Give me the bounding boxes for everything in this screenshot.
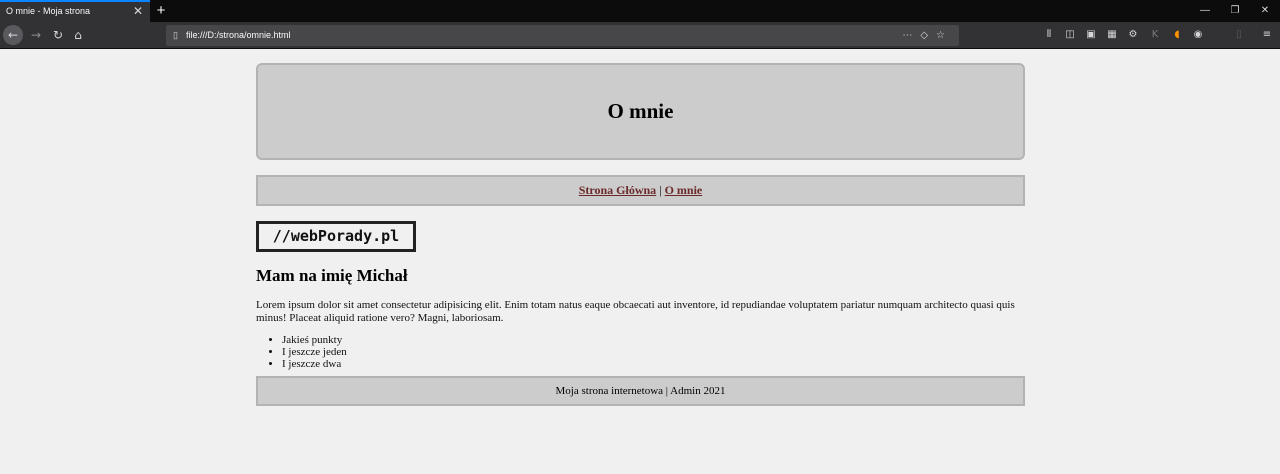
pocket-icon[interactable]: ◇ [920,30,936,41]
navigation-toolbar: ← → ↻ ⌂ ▯ file:///D:/strona/omnie.html ⋯… [0,22,1280,49]
page-icon: ▯ [173,30,178,40]
tab-bar: O mnie - Moja strona ✕ + — ❐ ✕ [0,0,1280,22]
extensions-grid-icon[interactable]: ▦ [1103,25,1121,45]
k-extension-icon[interactable]: K [1146,25,1164,45]
settings-gear-icon[interactable]: ⚙ [1124,25,1142,45]
more-actions-icon[interactable]: ⋯ [902,30,920,41]
home-icon[interactable]: ⌂ [68,25,88,45]
menu-link-about[interactable]: O mnie [665,183,703,197]
page-viewport: O mnie Strona Główna | O mnie //webPorad… [0,50,1280,474]
close-window-button[interactable]: ✕ [1250,0,1280,22]
page-title: O mnie [607,99,674,123]
account-icon[interactable]: ◉ [1189,25,1207,45]
list-item: Jakieś punkty [282,334,1025,346]
page-container: O mnie Strona Główna | O mnie //webPorad… [256,63,1025,406]
address-bar[interactable]: ▯ file:///D:/strona/omnie.html ⋯◇☆ [166,25,959,46]
main-content: Mam na imię Michał Lorem ipsum dolor sit… [256,266,1025,370]
screenshot-icon[interactable]: ▣ [1082,25,1100,45]
content-list: Jakieś punkty I jeszcze jeden I jeszcze … [256,334,1025,370]
library-icon[interactable]: ⫴ [1040,25,1058,45]
fox-extension-icon[interactable]: ◖ [1168,25,1186,45]
tab-title: O mnie - Moja strona [6,6,91,16]
bookmark-star-icon[interactable]: ☆ [936,30,953,41]
page-footer: Moja strona internetowa | Admin 2021 [256,376,1025,406]
menu-hamburger-icon[interactable]: ≡ [1258,25,1276,45]
page-actions: ⋯◇☆ [902,25,953,46]
list-item: I jeszcze jeden [282,346,1025,358]
list-item: I jeszcze dwa [282,358,1025,370]
close-tab-icon[interactable]: ✕ [133,2,143,21]
menu-separator: | [659,183,662,197]
back-icon[interactable]: ← [3,25,23,45]
content-paragraph: Lorem ipsum dolor sit amet consectetur a… [256,299,1015,324]
content-heading: Mam na imię Michał [256,266,408,285]
browser-tab[interactable]: O mnie - Moja strona ✕ [0,0,150,22]
nav-menu: Strona Główna | O mnie [256,175,1025,206]
page-header: O mnie [256,63,1025,160]
url-text: file:///D:/strona/omnie.html [186,30,291,40]
restore-button[interactable]: ❐ [1220,0,1250,22]
minimize-button[interactable]: — [1190,0,1220,22]
new-tab-button[interactable]: + [153,0,169,22]
overflow-icon[interactable]: ▯ [1230,25,1248,45]
sidebar-icon[interactable]: ◫ [1061,25,1079,45]
site-logo: //webPorady.pl [256,221,416,252]
menu-link-home[interactable]: Strona Główna [579,183,656,197]
forward-icon[interactable]: → [26,25,46,45]
reload-icon[interactable]: ↻ [48,25,68,45]
